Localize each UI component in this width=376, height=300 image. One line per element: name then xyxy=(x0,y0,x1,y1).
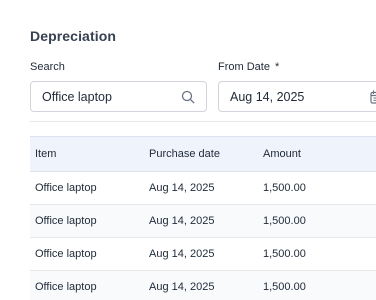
column-header-amount[interactable]: Amount xyxy=(263,148,301,160)
required-asterisk: * xyxy=(274,61,280,73)
cell-amount: 1,500.00 xyxy=(263,248,306,260)
section-divider xyxy=(30,121,376,122)
cell-amount: 1,500.00 xyxy=(263,281,306,293)
cell-purchase-date: Aug 14, 2025 xyxy=(149,248,215,260)
from-date-field[interactable]: Aug 14, 2025 xyxy=(218,81,376,112)
from-date-label: From Date * xyxy=(218,61,279,73)
from-date-value: Aug 14, 2025 xyxy=(230,90,305,104)
depreciation-table: Item Purchase date Amount Office laptop … xyxy=(30,136,376,300)
search-input-value: Office laptop xyxy=(42,90,112,104)
search-icon[interactable] xyxy=(181,90,195,104)
page-title: Depreciation xyxy=(30,28,116,44)
cell-item: Office laptop xyxy=(35,281,97,293)
from-date-label-text: From Date xyxy=(218,61,270,73)
cell-purchase-date: Aug 14, 2025 xyxy=(149,215,215,227)
table-row[interactable]: Office laptop Aug 14, 2025 1,500.00 xyxy=(30,172,376,205)
table-row[interactable]: Office laptop Aug 14, 2025 1,500.00 xyxy=(30,238,376,271)
cell-item: Office laptop xyxy=(35,215,97,227)
search-input[interactable]: Office laptop xyxy=(30,81,207,112)
column-header-purchase-date[interactable]: Purchase date xyxy=(149,148,220,160)
depreciation-page: Depreciation Search From Date * Office la… xyxy=(0,0,376,300)
cell-item: Office laptop xyxy=(35,182,97,194)
calendar-icon[interactable] xyxy=(370,90,376,104)
cell-amount: 1,500.00 xyxy=(263,215,306,227)
search-label: Search xyxy=(30,61,65,73)
cell-amount: 1,500.00 xyxy=(263,182,306,194)
cell-purchase-date: Aug 14, 2025 xyxy=(149,281,215,293)
column-header-item[interactable]: Item xyxy=(35,148,56,160)
cell-item: Office laptop xyxy=(35,248,97,260)
table-header: Item Purchase date Amount xyxy=(30,137,376,172)
table-row[interactable]: Office laptop Aug 14, 2025 1,500.00 xyxy=(30,205,376,238)
table-row[interactable]: Office laptop Aug 14, 2025 1,500.00 xyxy=(30,271,376,300)
cell-purchase-date: Aug 14, 2025 xyxy=(149,182,215,194)
